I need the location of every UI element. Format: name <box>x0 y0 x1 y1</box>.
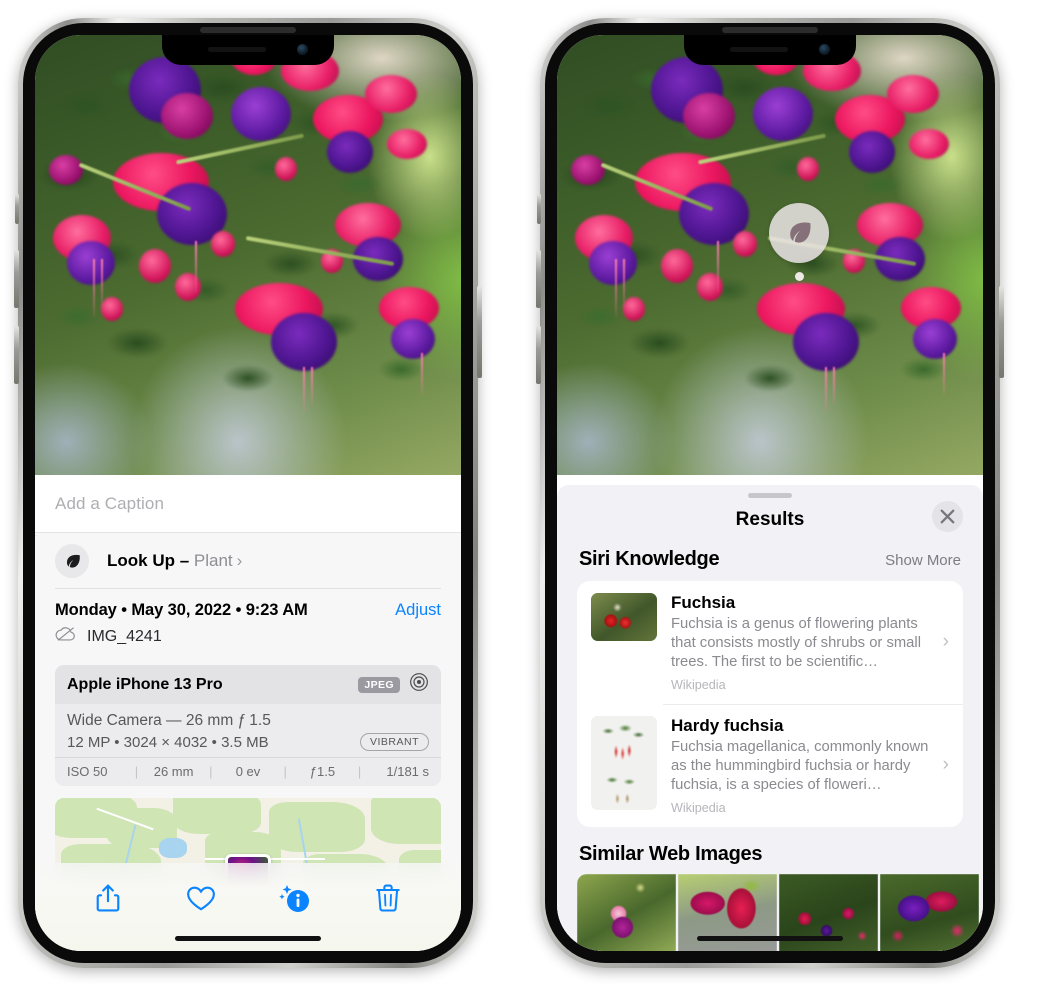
volume-down-button[interactable] <box>14 326 19 384</box>
caption-field[interactable]: Add a Caption <box>35 475 461 533</box>
exif-stat-ev: 0 ev <box>235 764 261 779</box>
exif-stat-iso: ISO 50 <box>67 764 108 779</box>
device-name: Apple iPhone 13 Pro <box>67 675 223 693</box>
chevron-right-icon: › <box>942 754 949 776</box>
home-indicator <box>697 936 843 941</box>
image-size-info: 12 MP • 3024 × 4032 • 3.5 MB <box>67 733 269 751</box>
visual-lookup-pin[interactable] <box>769 203 829 281</box>
earpiece-speaker <box>200 27 296 33</box>
chevron-right-icon: › <box>942 631 949 653</box>
notch <box>684 35 856 65</box>
exif-divider: | <box>357 764 362 779</box>
cloud-slash-icon <box>55 626 77 647</box>
mute-switch[interactable] <box>537 194 541 224</box>
home-indicator <box>175 936 321 941</box>
result-source: Wikipedia <box>671 800 726 815</box>
results-title: Results <box>735 509 805 530</box>
result-title: Fuchsia <box>671 593 736 612</box>
siri-knowledge-header: Siri Knowledge Show More <box>557 542 983 581</box>
heart-icon[interactable] <box>178 877 224 919</box>
chevron-right-icon: › <box>236 551 243 570</box>
look-up-title: Look Up – <box>107 551 190 570</box>
share-icon[interactable] <box>85 877 131 919</box>
photo-viewer[interactable] <box>35 35 461 475</box>
photo-metadata: Monday • May 30, 2022 • 9:23 AM Adjust I… <box>35 589 461 655</box>
similar-web-images-title: Similar Web Images <box>579 842 763 865</box>
right-screen: Results Siri Knowledge Show More Fuchsia… <box>557 35 983 951</box>
power-button[interactable] <box>477 286 482 378</box>
format-badge: JPEG <box>358 676 400 693</box>
look-up-label: Look Up – Plant › <box>107 551 242 571</box>
results-header: Results <box>557 498 983 542</box>
screenshot-stage: Add a Caption ✦ ✦ Look Up – Plant› <box>0 0 1055 985</box>
volume-up-button[interactable] <box>14 250 19 308</box>
trash-icon[interactable] <box>365 877 411 919</box>
result-description: Fuchsia magellanica, commonly known as t… <box>671 738 929 793</box>
result-title: Hardy fuchsia <box>671 715 784 735</box>
photo-viewer[interactable] <box>557 35 983 475</box>
notch <box>162 35 334 65</box>
exif-stats: ISO 50 | 26 mm | 0 ev | ƒ1.5 | 1/181 s <box>55 757 441 786</box>
notch-speaker <box>730 47 788 52</box>
power-button[interactable] <box>999 286 1004 378</box>
result-thumbnail <box>591 715 657 810</box>
result-source: Wikipedia <box>671 677 726 692</box>
exif-divider: | <box>134 764 139 779</box>
right-phone: Results Siri Knowledge Show More Fuchsia… <box>536 18 1004 968</box>
siri-knowledge-title: Siri Knowledge <box>579 548 720 570</box>
list-item[interactable]: Hardy fuchsia Fuchsia magellanica, commo… <box>577 703 963 827</box>
exif-stat-aperture: ƒ1.5 <box>309 764 336 779</box>
earpiece-speaker <box>722 27 818 33</box>
sparkle-icon-large: ✦ <box>35 528 38 545</box>
info-sparkle-icon[interactable] <box>272 877 318 919</box>
exif-card: Apple iPhone 13 Pro JPEG Wide Camera — 2… <box>55 665 441 786</box>
look-up-subject: Plant <box>193 551 233 570</box>
front-camera <box>297 44 308 55</box>
similar-web-images-header: Similar Web Images <box>557 827 983 874</box>
list-item[interactable]: Fuchsia Fuchsia is a genus of flowering … <box>577 581 963 704</box>
photographic-style-badge: VIBRANT <box>359 733 429 751</box>
show-more-button[interactable]: Show More <box>885 552 961 569</box>
photo-date: Monday • May 30, 2022 • 9:23 AM <box>55 601 308 619</box>
leaf-icon <box>769 203 829 263</box>
caption-placeholder: Add a Caption <box>55 493 165 513</box>
notch-speaker <box>208 47 266 52</box>
leaf-icon <box>55 544 89 578</box>
result-description: Fuchsia is a genus of flowering plants t… <box>671 616 921 670</box>
exif-stat-focal: 26 mm <box>153 764 194 779</box>
photo-info-sheet: Add a Caption ✦ ✦ Look Up – Plant› <box>35 475 461 951</box>
photo-blossoms <box>35 35 461 475</box>
look-up-row[interactable]: ✦ ✦ Look Up – Plant› <box>35 528 461 589</box>
web-image-thumbnail[interactable] <box>880 873 979 951</box>
front-camera <box>819 44 830 55</box>
exif-divider: | <box>283 764 287 779</box>
pin-dot <box>794 272 804 281</box>
exif-body: Wide Camera — 26 mm ƒ 1.5 12 MP • 3024 ×… <box>55 704 441 757</box>
lens-info: Wide Camera — 26 mm ƒ 1.5 <box>67 712 271 729</box>
results-sheet: Results Siri Knowledge Show More Fuchsia… <box>557 485 983 951</box>
left-screen: Add a Caption ✦ ✦ Look Up – Plant› <box>35 35 461 951</box>
exif-divider: | <box>209 764 213 779</box>
camera-lens-icon <box>409 672 429 697</box>
volume-down-button[interactable] <box>536 326 541 384</box>
left-phone: Add a Caption ✦ ✦ Look Up – Plant› <box>14 18 482 968</box>
exif-stat-shutter: 1/181 s <box>386 764 430 779</box>
exif-header: Apple iPhone 13 Pro JPEG <box>55 665 441 704</box>
siri-knowledge-card: Fuchsia Fuchsia is a genus of flowering … <box>577 581 963 827</box>
adjust-button[interactable]: Adjust <box>395 601 441 620</box>
mute-switch[interactable] <box>15 194 19 224</box>
result-thumbnail <box>591 593 657 641</box>
close-icon[interactable] <box>932 501 963 532</box>
volume-up-button[interactable] <box>536 250 541 308</box>
file-name: IMG_4241 <box>87 627 162 645</box>
web-image-thumbnail[interactable] <box>577 873 676 951</box>
